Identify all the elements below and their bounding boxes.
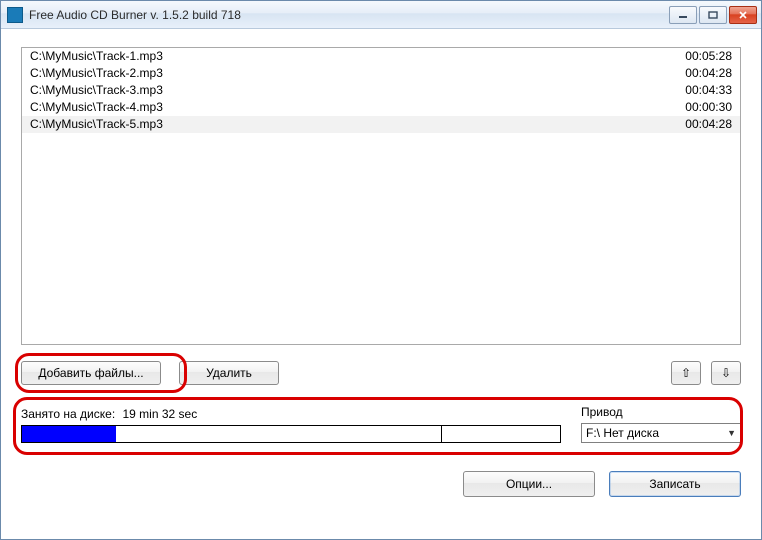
track-path: C:\MyMusic\Track-2.mp3 <box>30 65 163 82</box>
toolbar-row: Добавить файлы... Удалить ⇧ ⇩ <box>21 361 741 385</box>
maximize-button[interactable] <box>699 6 727 24</box>
track-list[interactable]: C:\MyMusic\Track-1.mp300:05:28C:\MyMusic… <box>21 47 741 345</box>
track-path: C:\MyMusic\Track-4.mp3 <box>30 99 163 116</box>
move-up-button[interactable]: ⇧ <box>671 361 701 385</box>
drive-selected-value: F:\ Нет диска <box>586 426 727 440</box>
chevron-down-icon: ▼ <box>727 428 736 438</box>
track-duration: 00:00:30 <box>685 99 732 116</box>
track-row[interactable]: C:\MyMusic\Track-5.mp3 00:04:28 <box>22 116 740 133</box>
arrow-up-icon: ⇧ <box>681 367 691 379</box>
options-button[interactable]: Опции... <box>463 471 595 497</box>
track-duration: 00:04:28 <box>685 116 732 133</box>
track-duration: 00:04:28 <box>685 65 732 82</box>
minimize-button[interactable] <box>669 6 697 24</box>
maximize-icon <box>708 11 718 19</box>
disk-usage-label: Занято на диске: <box>21 407 115 421</box>
track-row[interactable]: C:\MyMusic\Track-1.mp3 00:05:28 <box>22 48 740 65</box>
track-path: C:\MyMusic\Track-5.mp3 <box>30 116 163 133</box>
reorder-buttons: ⇧ ⇩ <box>671 361 741 385</box>
titlebar: Free Audio CD Burner v. 1.5.2 build 718 <box>1 1 761 29</box>
track-duration: 00:04:33 <box>685 82 732 99</box>
track-row[interactable]: C:\MyMusic\Track-4.mp3 00:00:30 <box>22 99 740 116</box>
track-path: C:\MyMusic\Track-3.mp3 <box>30 82 163 99</box>
track-path: C:\MyMusic\Track-1.mp3 <box>30 48 163 65</box>
disk-usage-label-row: Занято на диске: 19 min 32 sec <box>21 407 561 421</box>
drive-select[interactable]: F:\ Нет диска ▼ <box>581 423 741 443</box>
disk-usage-fill <box>22 426 116 442</box>
disk-section: Занято на диске: 19 min 32 sec Привод F:… <box>21 405 741 443</box>
client-area: C:\MyMusic\Track-1.mp300:05:28C:\MyMusic… <box>1 29 761 539</box>
burn-button[interactable]: Записать <box>609 471 741 497</box>
track-duration: 00:05:28 <box>685 48 732 65</box>
app-window: Free Audio CD Burner v. 1.5.2 build 718 … <box>0 0 762 540</box>
add-files-button[interactable]: Добавить файлы... <box>21 361 161 385</box>
window-controls <box>669 6 757 24</box>
move-down-button[interactable]: ⇩ <box>711 361 741 385</box>
minimize-icon <box>678 11 688 19</box>
close-icon <box>738 11 748 19</box>
delete-button[interactable]: Удалить <box>179 361 279 385</box>
track-row[interactable]: C:\MyMusic\Track-2.mp3 00:04:28 <box>22 65 740 82</box>
track-row[interactable]: C:\MyMusic\Track-3.mp3 00:04:33 <box>22 82 740 99</box>
window-title: Free Audio CD Burner v. 1.5.2 build 718 <box>29 8 669 22</box>
disk-usage-value: 19 min 32 sec <box>123 407 198 421</box>
drive-label: Привод <box>581 405 741 419</box>
close-button[interactable] <box>729 6 757 24</box>
disk-usage-bar <box>21 425 561 443</box>
footer-row: Опции... Записать <box>21 471 741 497</box>
app-icon <box>7 7 23 23</box>
arrow-down-icon: ⇩ <box>721 367 731 379</box>
